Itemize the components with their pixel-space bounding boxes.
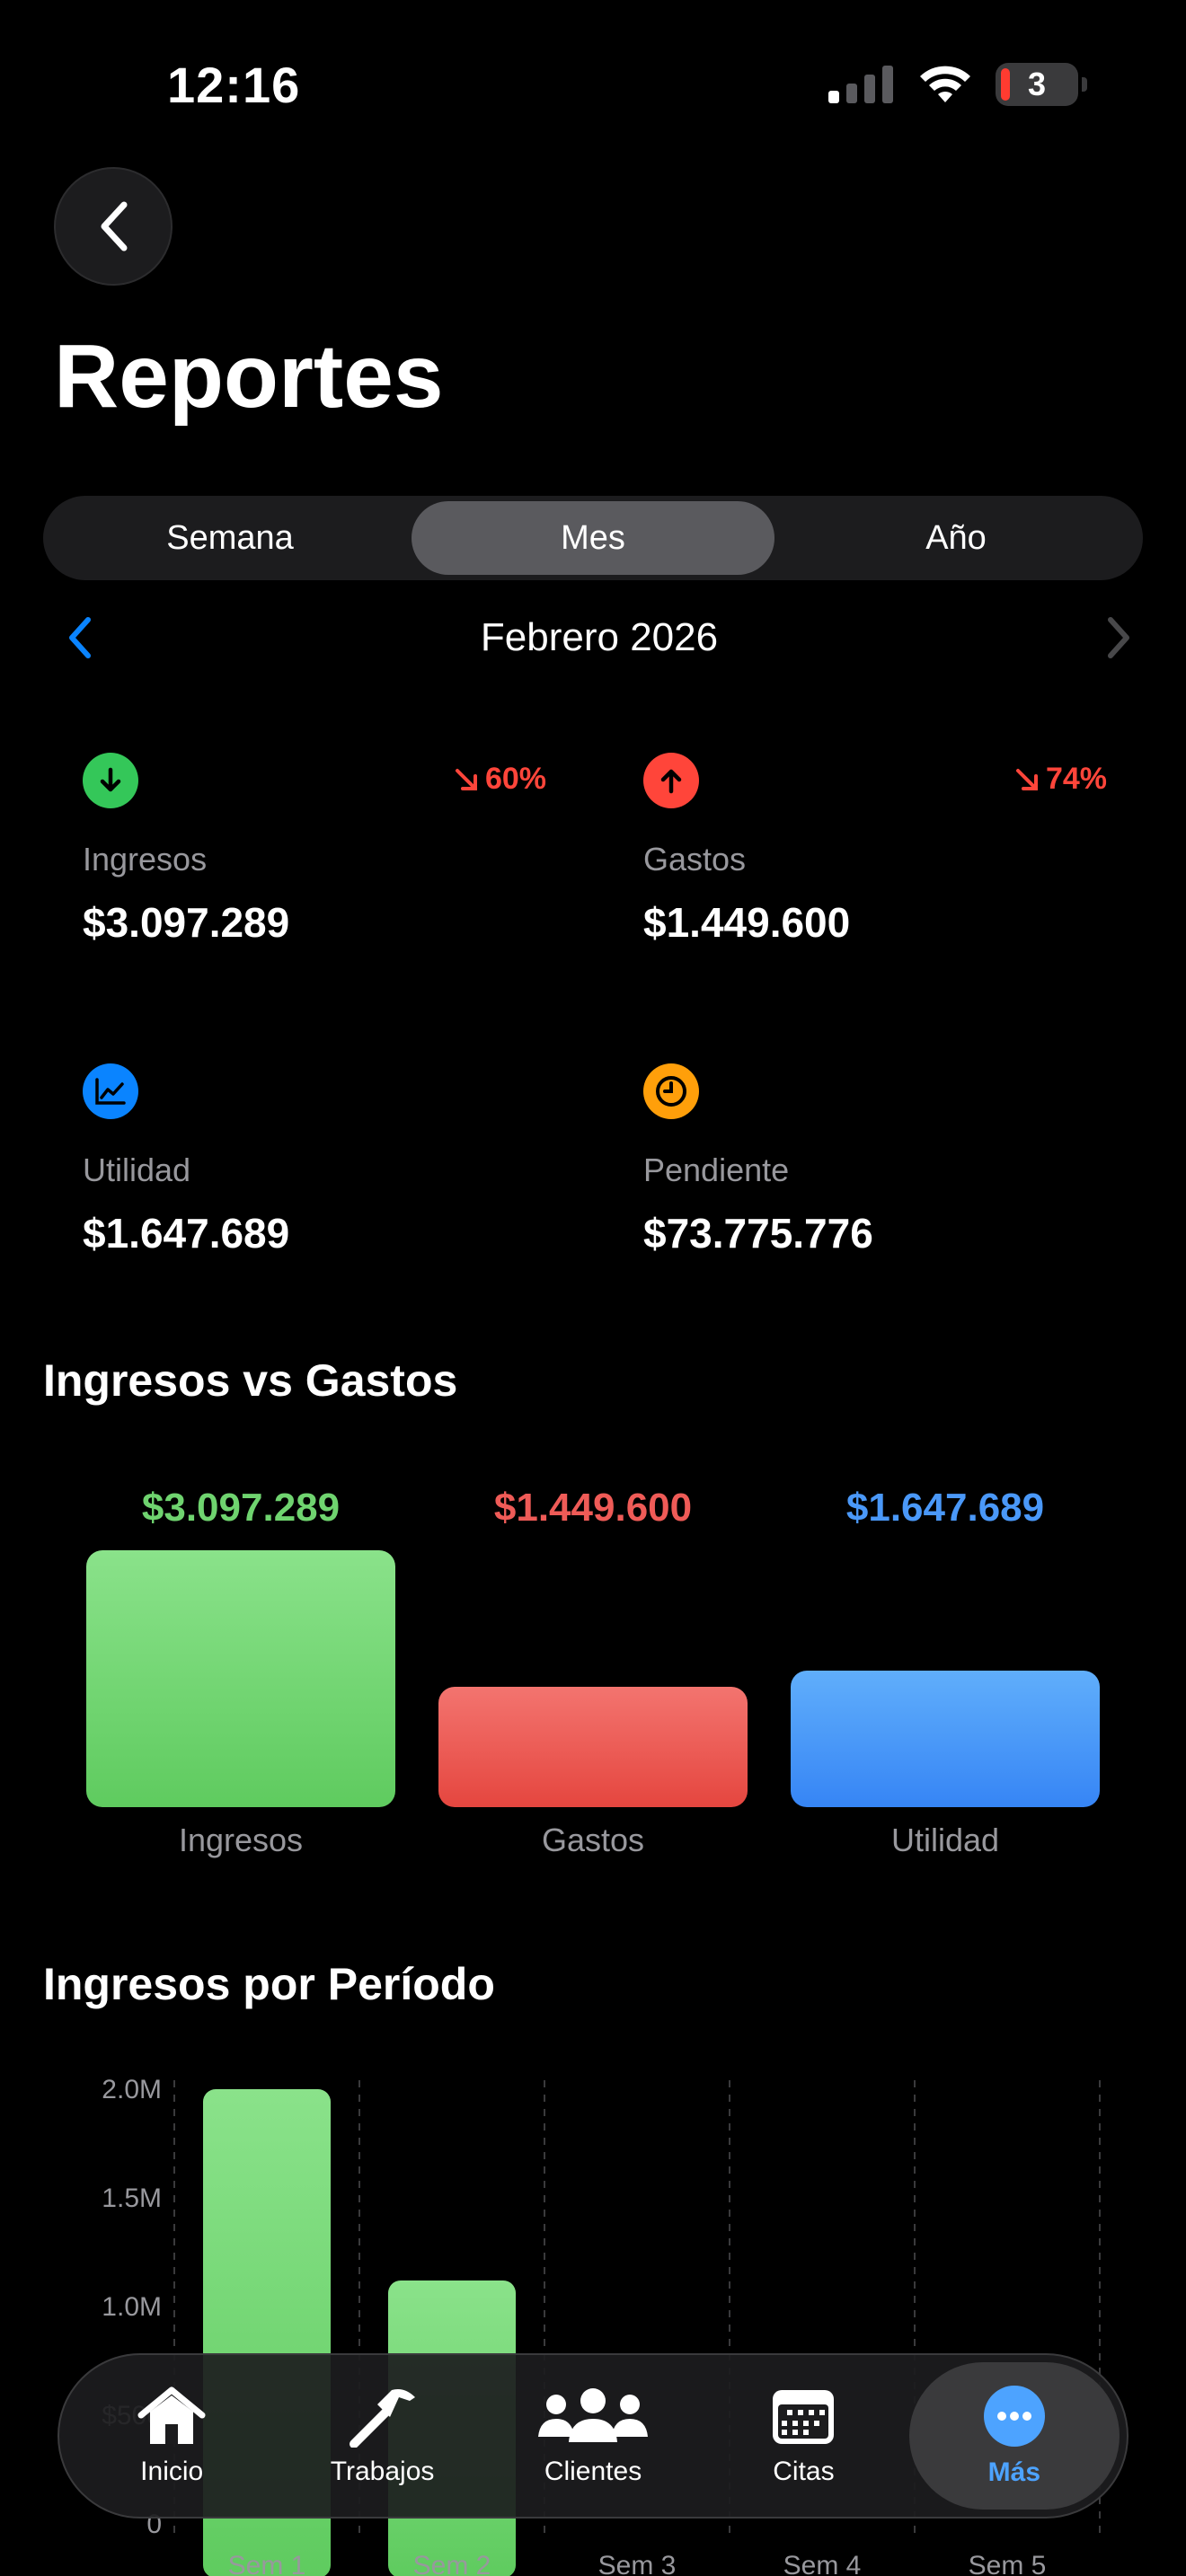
y-tick-label: 1.5M — [102, 2183, 162, 2213]
trend-down-icon — [455, 768, 477, 790]
stat-value: $73.775.776 — [643, 1210, 873, 1257]
stat-card-ingresos: 60% Ingresos $3.097.289 — [43, 753, 546, 1022]
comparison-chart: $3.097.289 $1.449.600 $1.647.689 Ingreso… — [0, 1473, 1186, 1877]
calendar-icon — [773, 2390, 835, 2444]
stat-card-pendiente: Pendiente $73.775.776 — [604, 1063, 1107, 1333]
signal-icon — [828, 66, 893, 103]
x-tick-label: Sem 2 — [413, 2551, 491, 2576]
back-button[interactable] — [54, 167, 173, 286]
stat-value: $3.097.289 — [83, 899, 290, 946]
tab-label: Trabajos — [330, 2457, 435, 2486]
bar-label-gastos: Gastos — [541, 1822, 645, 1858]
hammer-icon — [349, 2389, 415, 2448]
tab-mas[interactable]: Más — [908, 2362, 1120, 2510]
stat-value: $1.449.600 — [643, 899, 851, 946]
tab-clientes[interactable]: Clientes — [488, 2362, 698, 2510]
bar-label-utilidad: Utilidad — [890, 1822, 1000, 1858]
month-navigator: Febrero 2026 — [43, 604, 1143, 672]
segment-mes[interactable]: Mes — [412, 501, 774, 575]
stat-label: Utilidad — [83, 1151, 191, 1188]
house-icon — [137, 2386, 206, 2444]
bar-value-ingresos: $3.097.289 — [141, 1486, 341, 1530]
previous-month-button[interactable] — [56, 613, 110, 663]
month-label: Febrero 2026 — [480, 615, 719, 659]
tab-trabajos[interactable]: Trabajos — [277, 2362, 487, 2510]
stat-label: Ingresos — [83, 841, 208, 878]
segment-ano[interactable]: Año — [774, 501, 1137, 575]
segment-semana[interactable]: Semana — [49, 501, 412, 575]
tab-label: Clientes — [544, 2457, 642, 2486]
tab-citas[interactable]: Citas — [698, 2362, 908, 2510]
y-tick-label: 2.0M — [102, 2075, 162, 2104]
arrow-down-circle-icon — [83, 753, 138, 808]
more-icon — [983, 2386, 1045, 2447]
tab-bar: Inicio Trabajos Clientes Citas Más — [58, 2353, 1128, 2519]
stat-value: $1.647.689 — [83, 1210, 290, 1257]
wifi-icon — [920, 66, 970, 102]
bar-gastos — [438, 1687, 748, 1807]
chart-line-icon — [83, 1063, 138, 1119]
trend-value: 60% — [484, 762, 546, 796]
battery-level: 3 — [1027, 66, 1047, 102]
stat-card-gastos: 74% Gastos $1.449.600 — [604, 753, 1107, 1022]
bar-utilidad — [791, 1671, 1100, 1807]
bar-ingresos — [86, 1550, 395, 1807]
trend-value: 74% — [1045, 762, 1107, 796]
status-time: 12:16 — [167, 57, 301, 113]
x-tick-label: Sem 5 — [969, 2551, 1047, 2576]
period-chart-title: Ingresos por Período — [43, 1959, 495, 2009]
tab-label: Citas — [773, 2457, 835, 2486]
stat-card-utilidad: Utilidad $1.647.689 — [43, 1063, 546, 1333]
clock-icon — [643, 1063, 699, 1119]
bar-value-utilidad: $1.647.689 — [845, 1486, 1045, 1530]
next-month-button[interactable] — [1089, 613, 1143, 663]
status-icons: 3 — [828, 63, 1087, 106]
x-tick-label: Sem 4 — [783, 2551, 862, 2576]
bar-value-gastos: $1.449.600 — [493, 1486, 693, 1530]
trend-badge: 60% — [453, 762, 546, 797]
chevron-left-icon — [101, 201, 128, 251]
period-segmented-control: Semana Mes Año — [43, 496, 1143, 580]
bar-label-ingresos: Ingresos — [178, 1822, 304, 1858]
arrow-up-circle-icon — [643, 753, 699, 808]
tab-inicio[interactable]: Inicio — [66, 2362, 277, 2510]
tab-label: Inicio — [140, 2457, 204, 2486]
x-tick-label: Sem 1 — [228, 2551, 306, 2576]
battery-indicator: 3 — [996, 63, 1087, 106]
stat-label: Pendiente — [643, 1151, 790, 1188]
trend-down-icon — [1015, 768, 1038, 790]
stat-label: Gastos — [643, 841, 747, 878]
trend-badge: 74% — [1013, 762, 1107, 797]
tab-label: Más — [987, 2457, 1040, 2487]
comparison-title: Ingresos vs Gastos — [43, 1355, 458, 1406]
people-icon — [538, 2388, 649, 2442]
page-title: Reportes — [54, 326, 444, 427]
x-tick-label: Sem 3 — [598, 2551, 677, 2576]
y-tick-label: 1.0M — [102, 2292, 162, 2322]
